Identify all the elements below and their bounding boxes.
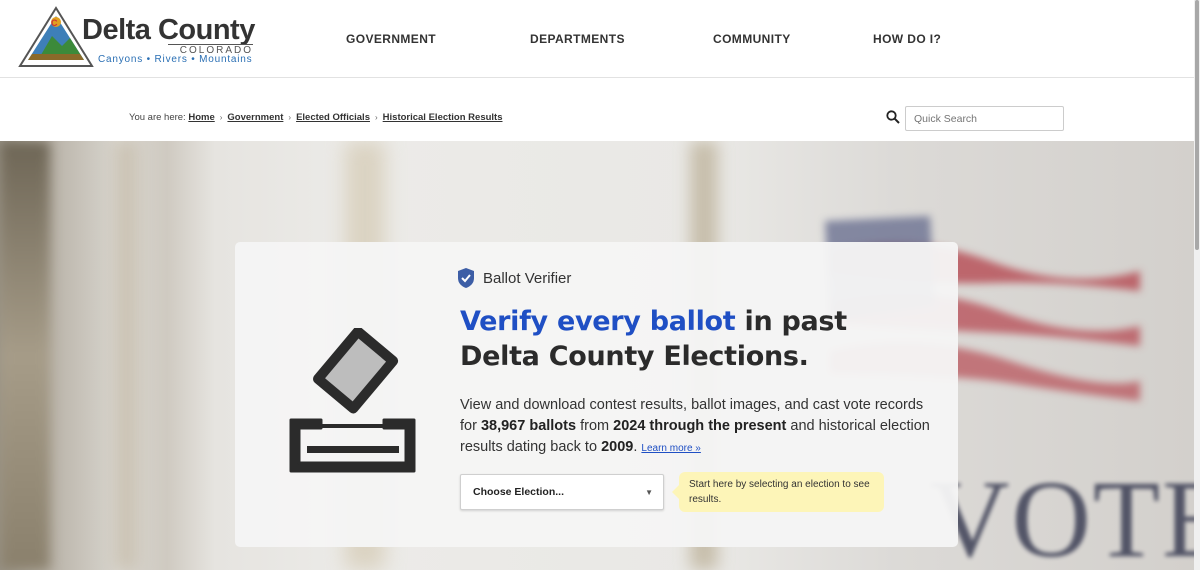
date-range: 2024 through the present [613,418,787,434]
shield-check-icon [458,268,474,288]
search-icon[interactable] [886,110,900,124]
breadcrumb: You are here: Home › Government › Elected Of… [129,112,503,123]
badge-label: Ballot Verifier [483,270,572,287]
start-year: 2009 [601,439,634,455]
breadcrumb-government[interactable]: Government [227,112,283,123]
quick-search-input[interactable] [905,106,1064,131]
ballot-verifier-card: Ballot Verifier Verify every ballot in p… [235,242,958,547]
hero-bg-shape [115,141,137,570]
breadcrumb-home[interactable]: Home [188,112,214,123]
ballot-count: 38,967 ballots [480,418,577,434]
breadcrumb-prefix: You are here: [129,112,186,123]
hero-banner: VOTE Ballot Verifier Verify every ballot… [0,141,1194,570]
desc-text: . [633,439,638,455]
nav-departments[interactable]: DEPARTMENTS [530,32,625,46]
breadcrumb-separator: › [219,113,223,122]
scrollbar-thumb[interactable] [1195,0,1199,250]
desc-text: from [576,418,614,434]
breadcrumb-historical-election-results[interactable]: Historical Election Results [383,112,503,123]
vote-background-text: VOTE [930,458,1194,570]
nav-how-do-i[interactable]: HOW DO I? [873,32,941,46]
logo-name: Delta County [82,14,255,46]
select-value: Choose Election... [473,486,565,498]
page-headline: Verify every ballot in past Delta County… [460,304,930,374]
hero-bg-shape [0,141,50,570]
headline-highlight: Verify every ballot [460,306,736,337]
site-header: C Delta County COLORADO Canyons • Rivers… [0,0,1194,78]
breadcrumb-separator: › [374,113,378,122]
nav-community[interactable]: COMMUNITY [713,32,791,46]
chevron-down-icon: ▼ [645,488,653,497]
choose-election-select[interactable]: Choose Election... ▼ [460,474,664,510]
county-logo[interactable]: C Delta County COLORADO Canyons • Rivers… [18,6,268,70]
help-tooltip: Start here by selecting an election to s… [672,472,884,512]
breadcrumb-separator: › [288,113,292,122]
logo-tagline: Canyons • Rivers • Mountains [98,54,253,65]
description-text: View and download contest results, ballo… [460,395,930,459]
breadcrumb-elected-officials[interactable]: Elected Officials [296,112,370,123]
ballot-box-icon [289,328,416,473]
svg-text:C: C [51,18,58,28]
nav-government[interactable]: GOVERNMENT [346,32,436,46]
learn-more-link[interactable]: Learn more » [641,443,700,454]
